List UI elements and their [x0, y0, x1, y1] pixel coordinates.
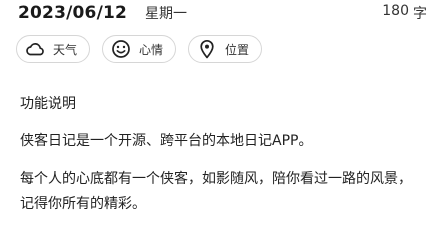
location-pin-icon [197, 39, 217, 59]
cloud-icon [25, 39, 45, 59]
entry-paragraph: 侠客日记是一个开源、跨平台的本地日记APP。 [20, 133, 313, 149]
entry-date[interactable]: 2023/06/12 [18, 3, 127, 23]
smiley-icon [111, 39, 131, 59]
diary-entry-page: 2023/06/12 星期一 180 字 天气 心情 位置 功能说明 侠客日记是… [0, 0, 445, 232]
word-count-unit: 字 [413, 6, 427, 22]
mood-chip-label: 心情 [139, 42, 164, 57]
entry-header: 2023/06/12 星期一 180 字 [18, 3, 427, 23]
word-count: 180 字 [382, 3, 427, 23]
entry-meta-chips: 天气 心情 位置 [16, 35, 263, 63]
location-chip[interactable]: 位置 [188, 35, 263, 63]
location-chip-label: 位置 [225, 42, 250, 57]
word-count-value: 180 [382, 3, 409, 19]
entry-body[interactable]: 功能说明 侠客日记是一个开源、跨平台的本地日记APP。 每个人的心底都有一个侠客… [20, 92, 425, 230]
mood-chip[interactable]: 心情 [102, 35, 177, 63]
entry-heading: 功能说明 [20, 96, 76, 112]
entry-paragraph: 每个人的心底都有一个侠客，如影随风，陪你看过一路的风景，记得你所有的精彩。 [20, 171, 412, 212]
entry-weekday: 星期一 [145, 6, 188, 22]
weather-chip-label: 天气 [53, 42, 78, 57]
weather-chip[interactable]: 天气 [16, 35, 91, 63]
